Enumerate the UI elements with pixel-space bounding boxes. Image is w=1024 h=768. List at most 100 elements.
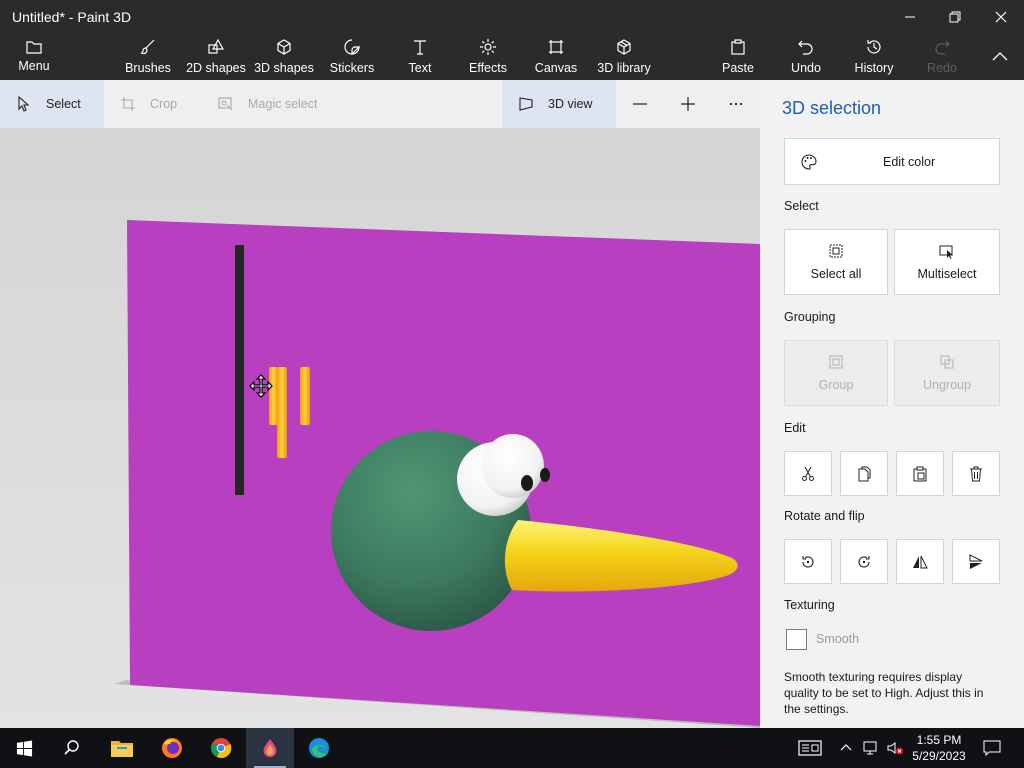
copy-button[interactable] — [840, 451, 888, 496]
file-explorer-icon — [111, 741, 133, 757]
history-icon — [867, 40, 881, 54]
2d-shapes-icon — [208, 38, 225, 54]
select-tool-button[interactable]: Select — [0, 80, 104, 128]
search-button[interactable] — [48, 728, 96, 768]
3d-view-label: 3D view — [548, 97, 593, 111]
canvas-button[interactable]: Canvas — [534, 34, 578, 80]
multiselect-label: Multiselect — [917, 267, 977, 281]
text-button[interactable]: Text — [400, 34, 440, 80]
select-all-icon — [829, 244, 843, 258]
rotate-left-button[interactable] — [784, 539, 832, 584]
rotate-right-button[interactable] — [840, 539, 888, 584]
rotate-left-icon — [802, 555, 814, 567]
network-tray-button[interactable] — [860, 728, 882, 768]
3d-library-icon — [617, 39, 631, 55]
trash-icon — [970, 466, 982, 481]
select-all-button[interactable]: Select all — [784, 229, 888, 295]
close-icon — [995, 11, 1007, 23]
3d-view-button[interactable]: 3D view — [502, 80, 616, 128]
sun-icon — [480, 39, 496, 55]
3d-view-icon — [519, 97, 533, 111]
firefox-taskbar-button[interactable] — [148, 728, 196, 768]
smooth-checkbox[interactable] — [786, 629, 807, 650]
taskbar: 1:55 PM 5/29/2023 — [0, 728, 1024, 768]
flip-horizontal-button[interactable] — [896, 539, 944, 584]
history-button[interactable]: History — [852, 34, 896, 80]
menu-label: Menu — [18, 59, 50, 73]
scissors-icon — [802, 466, 814, 481]
notifications-button[interactable] — [978, 728, 1006, 768]
volume-muted-icon — [887, 742, 903, 755]
ungroup-button[interactable]: Ungroup — [894, 340, 1000, 406]
group-button[interactable]: Group — [784, 340, 888, 406]
stickers-button[interactable]: Stickers — [328, 34, 376, 80]
3d-shapes-button[interactable]: 3D shapes — [254, 34, 314, 80]
minus-icon — [633, 103, 647, 105]
network-icon — [863, 741, 877, 755]
drawing-canvas[interactable] — [0, 128, 760, 728]
chevron-up-icon — [840, 744, 852, 751]
windows-logo-icon — [16, 739, 32, 757]
texturing-heading: Texturing — [784, 598, 835, 612]
paste-button[interactable]: Paste — [718, 34, 758, 80]
magic-select-icon — [218, 97, 233, 111]
zoom-out-button[interactable] — [626, 80, 654, 128]
3d-library-label: 3D library — [597, 61, 651, 75]
crop-button[interactable]: Crop — [104, 80, 196, 128]
clipboard-icon — [731, 39, 745, 55]
chrome-icon — [211, 738, 232, 758]
crop-label: Crop — [150, 97, 178, 111]
paste-copy-button[interactable] — [896, 451, 944, 496]
minimize-button[interactable] — [887, 0, 933, 34]
select-heading: Select — [784, 199, 819, 213]
zoom-in-button[interactable] — [674, 80, 702, 128]
title-bar: Untitled* - Paint 3D — [0, 0, 1024, 34]
brush-icon — [140, 39, 155, 55]
search-icon — [64, 740, 79, 755]
effects-button[interactable]: Effects — [466, 34, 510, 80]
crop-icon — [121, 97, 135, 111]
show-hidden-icons-button[interactable] — [836, 728, 856, 768]
taskbar-clock[interactable]: 1:55 PM 5/29/2023 — [906, 732, 972, 764]
file-explorer-taskbar-button[interactable] — [98, 728, 146, 768]
eye-white-object — [482, 434, 544, 498]
3d-shapes-label: 3D shapes — [254, 61, 314, 75]
undo-button[interactable]: Undo — [786, 34, 826, 80]
close-button[interactable] — [978, 0, 1024, 34]
undo-icon — [798, 40, 813, 55]
text-label: Text — [408, 61, 432, 75]
redo-label: Redo — [927, 61, 957, 75]
redo-button[interactable]: Redo — [922, 34, 962, 80]
main-toolbar: Menu Brushes 2D shapes 3D shapes Sticker… — [0, 34, 1024, 80]
start-button[interactable] — [0, 728, 48, 768]
paint3d-icon — [263, 738, 277, 758]
edit-color-button[interactable]: Edit color — [784, 138, 1000, 185]
magic-select-button[interactable]: Magic select — [202, 80, 332, 128]
2d-shapes-button[interactable]: 2D shapes — [186, 34, 246, 80]
edge-taskbar-button[interactable] — [295, 728, 343, 768]
flip-horizontal-icon — [913, 555, 928, 568]
menu-button[interactable]: Menu — [14, 34, 54, 80]
select-tool-label: Select — [46, 97, 81, 111]
task-view-tray-button[interactable] — [792, 728, 828, 768]
eye-pupil-object — [540, 468, 550, 482]
3d-library-button[interactable]: 3D library — [596, 34, 652, 80]
volume-tray-button[interactable] — [884, 728, 906, 768]
chrome-taskbar-button[interactable] — [197, 728, 245, 768]
ungroup-label: Ungroup — [923, 378, 971, 392]
collapse-toolbar-button[interactable] — [984, 34, 1016, 80]
restore-button[interactable] — [932, 0, 978, 34]
delete-button[interactable] — [952, 451, 1000, 496]
paste-icon — [913, 466, 927, 481]
yellow-bar-object — [277, 367, 287, 458]
clock-date: 5/29/2023 — [912, 749, 966, 763]
redo-icon — [935, 40, 950, 55]
multiselect-button[interactable]: Multiselect — [894, 229, 1000, 295]
flip-vertical-button[interactable] — [952, 539, 1000, 584]
more-options-button[interactable] — [722, 80, 750, 128]
cube-icon — [277, 39, 291, 55]
task-view-icon — [798, 740, 822, 756]
cut-button[interactable] — [784, 451, 832, 496]
brushes-button[interactable]: Brushes — [124, 34, 172, 80]
paint3d-taskbar-button[interactable] — [246, 728, 294, 768]
